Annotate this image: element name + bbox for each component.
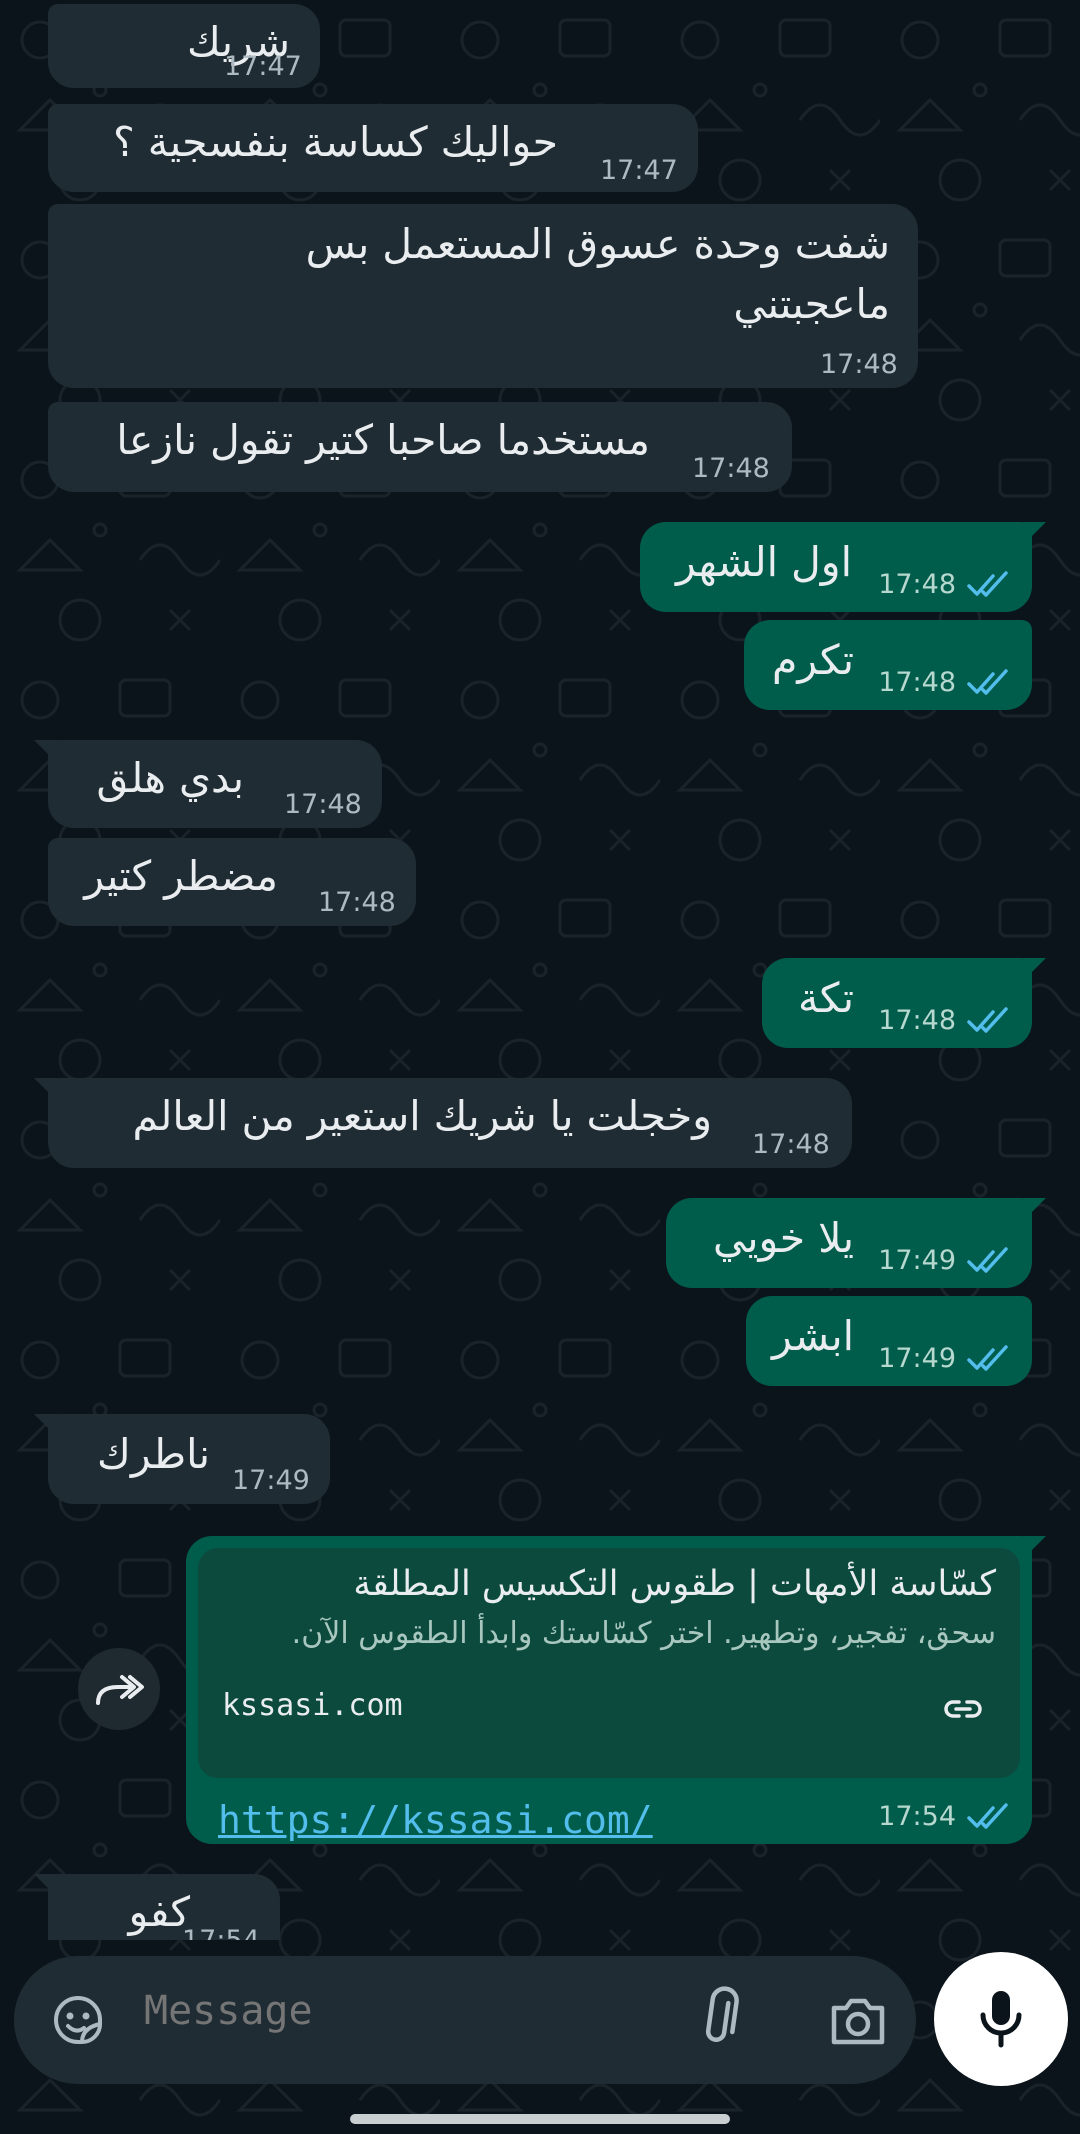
message-time: 17:49 xyxy=(878,1343,956,1374)
message-meta: 17:47 xyxy=(600,155,678,186)
message-time: 17:47 xyxy=(224,51,302,82)
double-check-read-icon xyxy=(967,1802,1008,1829)
paperclip-icon[interactable] xyxy=(686,1986,752,2052)
message-meta: 17:48 xyxy=(318,887,396,918)
message-meta: 17:54 xyxy=(182,1925,260,1940)
message-meta: 17:48 xyxy=(878,667,1010,698)
message-time: 17:48 xyxy=(878,667,956,698)
message-time: 17:48 xyxy=(692,453,770,484)
message-text: اول الشهر xyxy=(676,538,852,586)
message-time: 17:54 xyxy=(182,1925,260,1940)
incoming-message[interactable]: شريك 17:47 xyxy=(48,4,320,88)
message-text: شفت وحدة عسوق المستعمل بس ماعجبتني xyxy=(305,220,890,328)
message-meta: 17:49 xyxy=(232,1465,310,1496)
camera-icon[interactable] xyxy=(826,1988,890,2052)
message-text: تكة xyxy=(797,974,854,1022)
message-meta: 17:48 xyxy=(284,789,362,820)
message-text: يلا خويي xyxy=(712,1214,854,1262)
link-icon xyxy=(944,1700,982,1718)
message-text: وخجلت يا شريك استعير من العالم xyxy=(132,1092,712,1140)
incoming-message[interactable]: مضطر كتير 17:48 xyxy=(48,838,416,926)
message-time: 17:48 xyxy=(820,349,898,380)
incoming-message[interactable]: وخجلت يا شريك استعير من العالم 17:48 xyxy=(34,1078,852,1168)
message-time: 17:48 xyxy=(752,1129,830,1160)
message-text: ناطرك xyxy=(97,1430,210,1478)
message-meta: 17:54 xyxy=(878,1801,1010,1832)
link-preview-description: سحق، تفجير، وتطهير. اختر كسّاستك وابدأ ا… xyxy=(291,1616,996,1651)
incoming-message[interactable]: ناطرك 17:49 xyxy=(34,1414,330,1504)
outgoing-message[interactable]: ابشر 17:49 xyxy=(746,1296,1032,1386)
message-meta: 17:47 xyxy=(224,51,302,82)
message-time: 17:48 xyxy=(878,569,956,600)
message-meta: 17:49 xyxy=(878,1343,1010,1374)
incoming-message[interactable]: شفت وحدة عسوق المستعمل بس ماعجبتني 17:48 xyxy=(48,204,918,388)
message-text: تكرم xyxy=(771,636,854,684)
link-preview-card[interactable]: كسّاسة الأمهات | طقوس التكسيس المطلقة سح… xyxy=(198,1548,1020,1778)
message-text: كفو xyxy=(128,1888,190,1936)
outgoing-message[interactable]: اول الشهر 17:48 xyxy=(640,522,1046,612)
message-text: حواليك كساسة بنفسجية ؟ xyxy=(112,118,558,166)
message-meta: 17:48 xyxy=(878,569,1010,600)
forward-icon xyxy=(96,1675,144,1705)
forward-button[interactable] xyxy=(78,1648,160,1730)
double-check-read-icon xyxy=(967,1006,1008,1033)
message-text: ابشر xyxy=(772,1312,854,1360)
message-meta: 17:49 xyxy=(878,1245,1010,1276)
double-check-read-icon xyxy=(967,1246,1008,1273)
incoming-message[interactable]: حواليك كساسة بنفسجية ؟ 17:47 xyxy=(48,104,698,192)
home-indicator[interactable] xyxy=(350,2114,730,2124)
message-time: 17:54 xyxy=(878,1801,956,1832)
outgoing-link-message[interactable]: كسّاسة الأمهات | طقوس التكسيس المطلقة سح… xyxy=(186,1536,1046,1844)
message-meta: 17:48 xyxy=(752,1129,830,1160)
link-preview-domain: kssasi.com xyxy=(222,1688,403,1723)
message-link-url[interactable]: https://kssasi.com/ xyxy=(218,1798,653,1842)
message-input[interactable] xyxy=(144,1988,644,2034)
link-preview-title: كسّاسة الأمهات | طقوس التكسيس المطلقة xyxy=(353,1564,996,1604)
double-check-read-icon xyxy=(967,668,1008,695)
incoming-message[interactable]: بدي هلق 17:48 xyxy=(34,740,382,828)
emoji-sticker-icon[interactable] xyxy=(48,1990,108,2050)
message-text: مستخدما صاحبا كتير تقول نازعا xyxy=(116,416,650,464)
message-text: مضطر كتير xyxy=(84,852,278,900)
message-time: 17:48 xyxy=(284,789,362,820)
double-check-read-icon xyxy=(967,570,1008,597)
chat-history[interactable]: شريك 17:47 حواليك كساسة بنفسجية ؟ 17:47 … xyxy=(0,0,1080,1940)
message-time: 17:49 xyxy=(878,1245,956,1276)
message-meta: 17:48 xyxy=(692,453,770,484)
outgoing-message[interactable]: تكرم 17:48 xyxy=(744,620,1032,710)
outgoing-message[interactable]: يلا خويي 17:49 xyxy=(666,1198,1046,1288)
incoming-message[interactable]: مستخدما صاحبا كتير تقول نازعا 17:48 xyxy=(48,402,792,492)
message-meta: 17:48 xyxy=(820,349,898,380)
message-time: 17:48 xyxy=(318,887,396,918)
voice-message-button[interactable] xyxy=(934,1952,1068,2086)
message-meta: 17:48 xyxy=(878,1005,1010,1036)
double-check-read-icon xyxy=(967,1344,1008,1371)
outgoing-message[interactable]: تكة 17:48 xyxy=(762,958,1046,1048)
message-composer[interactable] xyxy=(14,1956,916,2084)
microphone-icon xyxy=(980,1991,1022,2048)
message-time: 17:48 xyxy=(878,1005,956,1036)
message-time: 17:47 xyxy=(600,155,678,186)
message-time: 17:49 xyxy=(232,1465,310,1496)
incoming-message[interactable]: كفو 17:54 xyxy=(34,1874,280,1940)
message-text: بدي هلق xyxy=(96,754,244,802)
